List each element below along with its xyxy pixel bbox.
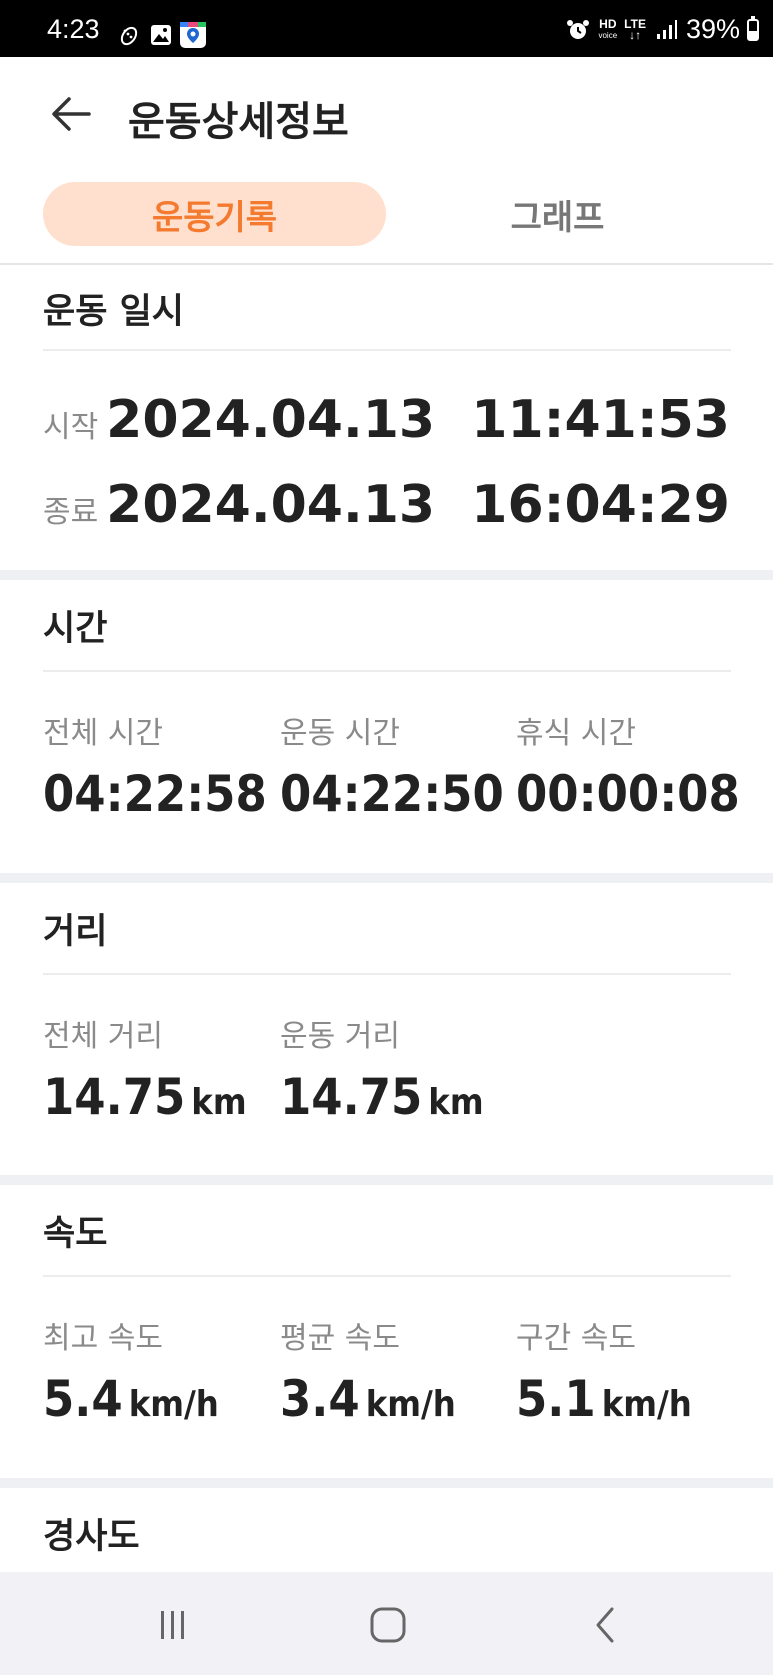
recent-apps-icon [161, 1611, 184, 1639]
workout-distance-value: 14.75 km [280, 1068, 484, 1126]
max-speed-label: 최고 속도 [43, 1321, 163, 1356]
split-speed-label: 구간 속도 [516, 1321, 636, 1356]
start-label: 시작 [43, 410, 99, 445]
divider [43, 1275, 731, 1277]
total-time-label: 전체 시간 [43, 716, 163, 751]
max-speed-value: 5.4 km/h [43, 1370, 219, 1428]
section-title-distance: 거리 [43, 912, 108, 952]
workout-time-label: 운동 시간 [280, 716, 400, 751]
total-time-value: 04:22:58 [43, 765, 267, 823]
home-button[interactable] [358, 1597, 418, 1653]
section-separator [0, 1175, 773, 1185]
tab-workout-record[interactable]: 운동기록 [43, 182, 386, 246]
system-navigation-bar [0, 1572, 773, 1675]
status-time: 4:23 [47, 14, 100, 44]
system-back-button[interactable] [576, 1597, 636, 1653]
gallery-icon [148, 22, 174, 48]
back-button[interactable] [44, 87, 98, 141]
page-title: 운동상세정보 [128, 99, 349, 145]
avg-speed-number: 3.4 [280, 1370, 360, 1428]
split-speed-unit: km/h [601, 1384, 692, 1425]
tab-bar: 운동기록 그래프 [0, 175, 773, 265]
workout-distance-number: 14.75 [280, 1068, 423, 1126]
max-speed-number: 5.4 [43, 1370, 123, 1428]
back-icon [596, 1607, 614, 1643]
datetime-section: 운동 일시 시작 2024.04.13 11:41:53 종료 2024.04.… [0, 265, 773, 570]
lte-icon: LTE ↓↑ [624, 16, 646, 42]
divider [43, 973, 731, 975]
rest-time-value: 00:00:08 [516, 765, 740, 823]
split-speed-value: 5.1 km/h [516, 1370, 692, 1428]
workout-distance-unit: km [428, 1082, 484, 1123]
home-icon [370, 1607, 406, 1643]
total-distance-unit: km [191, 1082, 247, 1123]
end-label: 종료 [43, 495, 99, 530]
slope-section: 경사도 [0, 1488, 773, 1572]
divider [43, 670, 731, 672]
split-speed-number: 5.1 [516, 1370, 596, 1428]
status-bar: 4:23 HD voice LTE ↓↑ 39% [0, 0, 773, 57]
status-left-icons [116, 22, 206, 48]
recent-apps-button[interactable] [143, 1597, 203, 1653]
app-bar: 운동상세정보 [0, 57, 773, 167]
alarm-icon [565, 17, 591, 43]
battery-percent: 39% [685, 14, 740, 44]
total-distance-value: 14.75 km [43, 1068, 247, 1126]
section-separator [0, 873, 773, 883]
back-arrow-icon [52, 97, 91, 131]
rest-time-label: 휴식 시간 [516, 716, 636, 751]
section-title-slope: 경사도 [43, 1517, 140, 1557]
status-right-icons: HD voice LTE ↓↑ 39% [565, 14, 759, 45]
end-datetime: 2024.04.13 16:04:29 [106, 475, 730, 535]
section-title-time: 시간 [43, 609, 108, 649]
avg-speed-unit: km/h [365, 1384, 456, 1425]
time-section: 시간 전체 시간 04:22:58 운동 시간 04:22:50 휴식 시간 0… [0, 580, 773, 873]
tab-graph[interactable]: 그래프 [386, 182, 729, 246]
maps-icon [180, 22, 206, 48]
section-title-speed: 속도 [43, 1214, 108, 1254]
avg-speed-value: 3.4 km/h [280, 1370, 456, 1428]
section-title-datetime: 운동 일시 [43, 292, 184, 332]
workout-time-value: 04:22:50 [280, 765, 504, 823]
battery-icon [747, 15, 759, 41]
speed-section: 속도 최고 속도 5.4 km/h 평균 속도 3.4 km/h 구간 속도 5.1… [0, 1185, 773, 1478]
workout-distance-label: 운동 거리 [280, 1019, 400, 1054]
section-separator [0, 1478, 773, 1488]
walking-app-icon [116, 22, 142, 48]
signal-icon [653, 17, 679, 43]
total-distance-number: 14.75 [43, 1068, 186, 1126]
divider [43, 349, 731, 351]
max-speed-unit: km/h [128, 1384, 219, 1425]
start-datetime: 2024.04.13 11:41:53 [106, 390, 730, 450]
total-distance-label: 전체 거리 [43, 1019, 163, 1054]
avg-speed-label: 평균 속도 [280, 1321, 400, 1356]
distance-section: 거리 전체 거리 14.75 km 운동 거리 14.75 km [0, 883, 773, 1175]
section-separator [0, 570, 773, 580]
hd-voice-icon: HD voice [598, 16, 618, 40]
